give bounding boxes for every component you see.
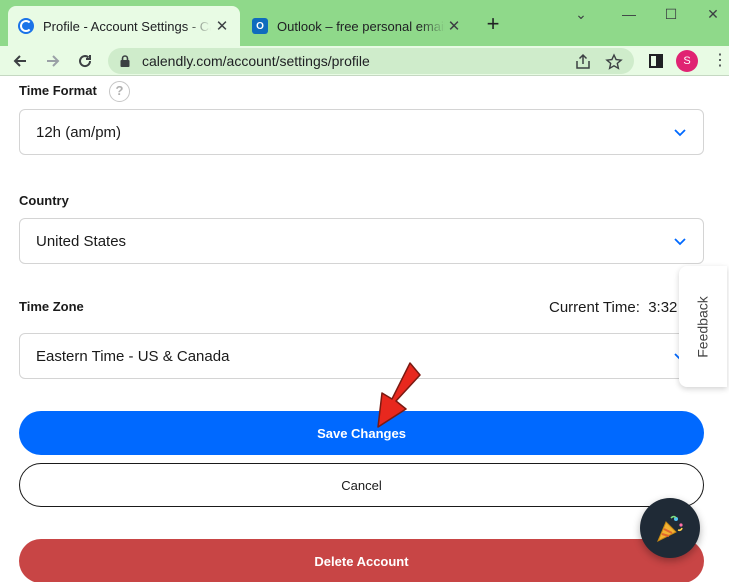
- minimize-icon[interactable]: —: [614, 4, 644, 24]
- chevron-down-icon: [674, 238, 686, 246]
- close-tab-icon[interactable]: ✕: [444, 16, 464, 36]
- close-tab-icon[interactable]: ✕: [212, 16, 232, 36]
- tab-title: Profile - Account Settings - Calendly: [43, 18, 211, 34]
- forward-icon[interactable]: [40, 48, 66, 74]
- profile-settings-page: Time Format ? 12h (am/pm) Country United…: [0, 77, 729, 582]
- lock-icon: [120, 55, 130, 67]
- red-arrow-annotation: [377, 362, 421, 428]
- maximize-icon[interactable]: ☐: [656, 4, 686, 24]
- tab-title: Outlook – free personal email and calend…: [277, 18, 445, 34]
- side-panel-icon[interactable]: [643, 48, 669, 74]
- chevron-down-icon: [674, 129, 686, 137]
- delete-account-button[interactable]: Delete Account: [19, 539, 704, 582]
- time-format-select[interactable]: 12h (am/pm): [19, 109, 704, 155]
- feedback-tab[interactable]: Feedback: [679, 266, 727, 387]
- profile-avatar[interactable]: S: [676, 50, 698, 72]
- current-time-label: Current Time:: [549, 299, 640, 316]
- back-icon[interactable]: [7, 48, 33, 74]
- time-zone-value: Eastern Time - US & Canada: [36, 347, 230, 365]
- current-time: Current Time: 3:32: [549, 299, 677, 316]
- country-value: United States: [36, 232, 127, 250]
- party-popper-icon: [657, 515, 683, 543]
- close-window-icon[interactable]: ✕: [698, 4, 728, 24]
- more-menu-icon[interactable]: ⋮: [712, 50, 728, 72]
- feedback-label: Feedback: [695, 295, 712, 358]
- country-label: Country: [19, 193, 69, 208]
- browser-tab-strip: Profile - Account Settings - Calendly ✕ …: [0, 0, 729, 46]
- time-zone-label: Time Zone: [19, 299, 84, 314]
- help-icon[interactable]: ?: [109, 81, 130, 102]
- calendly-icon: [18, 18, 34, 34]
- chevron-down-icon[interactable]: ⌄: [566, 4, 596, 24]
- bookmark-star-icon[interactable]: [605, 53, 623, 71]
- tab-calendly-profile[interactable]: Profile - Account Settings - Calendly ✕: [8, 6, 240, 46]
- time-format-label: Time Format: [19, 83, 97, 98]
- tab-outlook[interactable]: O Outlook – free personal email and cale…: [244, 6, 472, 46]
- browser-toolbar: calendly.com/account/settings/profile S …: [0, 46, 729, 76]
- url-text: calendly.com/account/settings/profile: [142, 53, 370, 69]
- new-tab-button[interactable]: +: [480, 12, 506, 38]
- reload-icon[interactable]: [72, 48, 98, 74]
- address-bar[interactable]: calendly.com/account/settings/profile: [108, 48, 634, 74]
- time-format-value: 12h (am/pm): [36, 123, 122, 141]
- share-icon[interactable]: [574, 53, 592, 71]
- country-select[interactable]: United States: [19, 218, 704, 264]
- cancel-button[interactable]: Cancel: [19, 463, 704, 507]
- chat-launcher-button[interactable]: [640, 498, 700, 558]
- outlook-icon: O: [252, 18, 268, 34]
- current-time-value: 3:32: [648, 299, 678, 316]
